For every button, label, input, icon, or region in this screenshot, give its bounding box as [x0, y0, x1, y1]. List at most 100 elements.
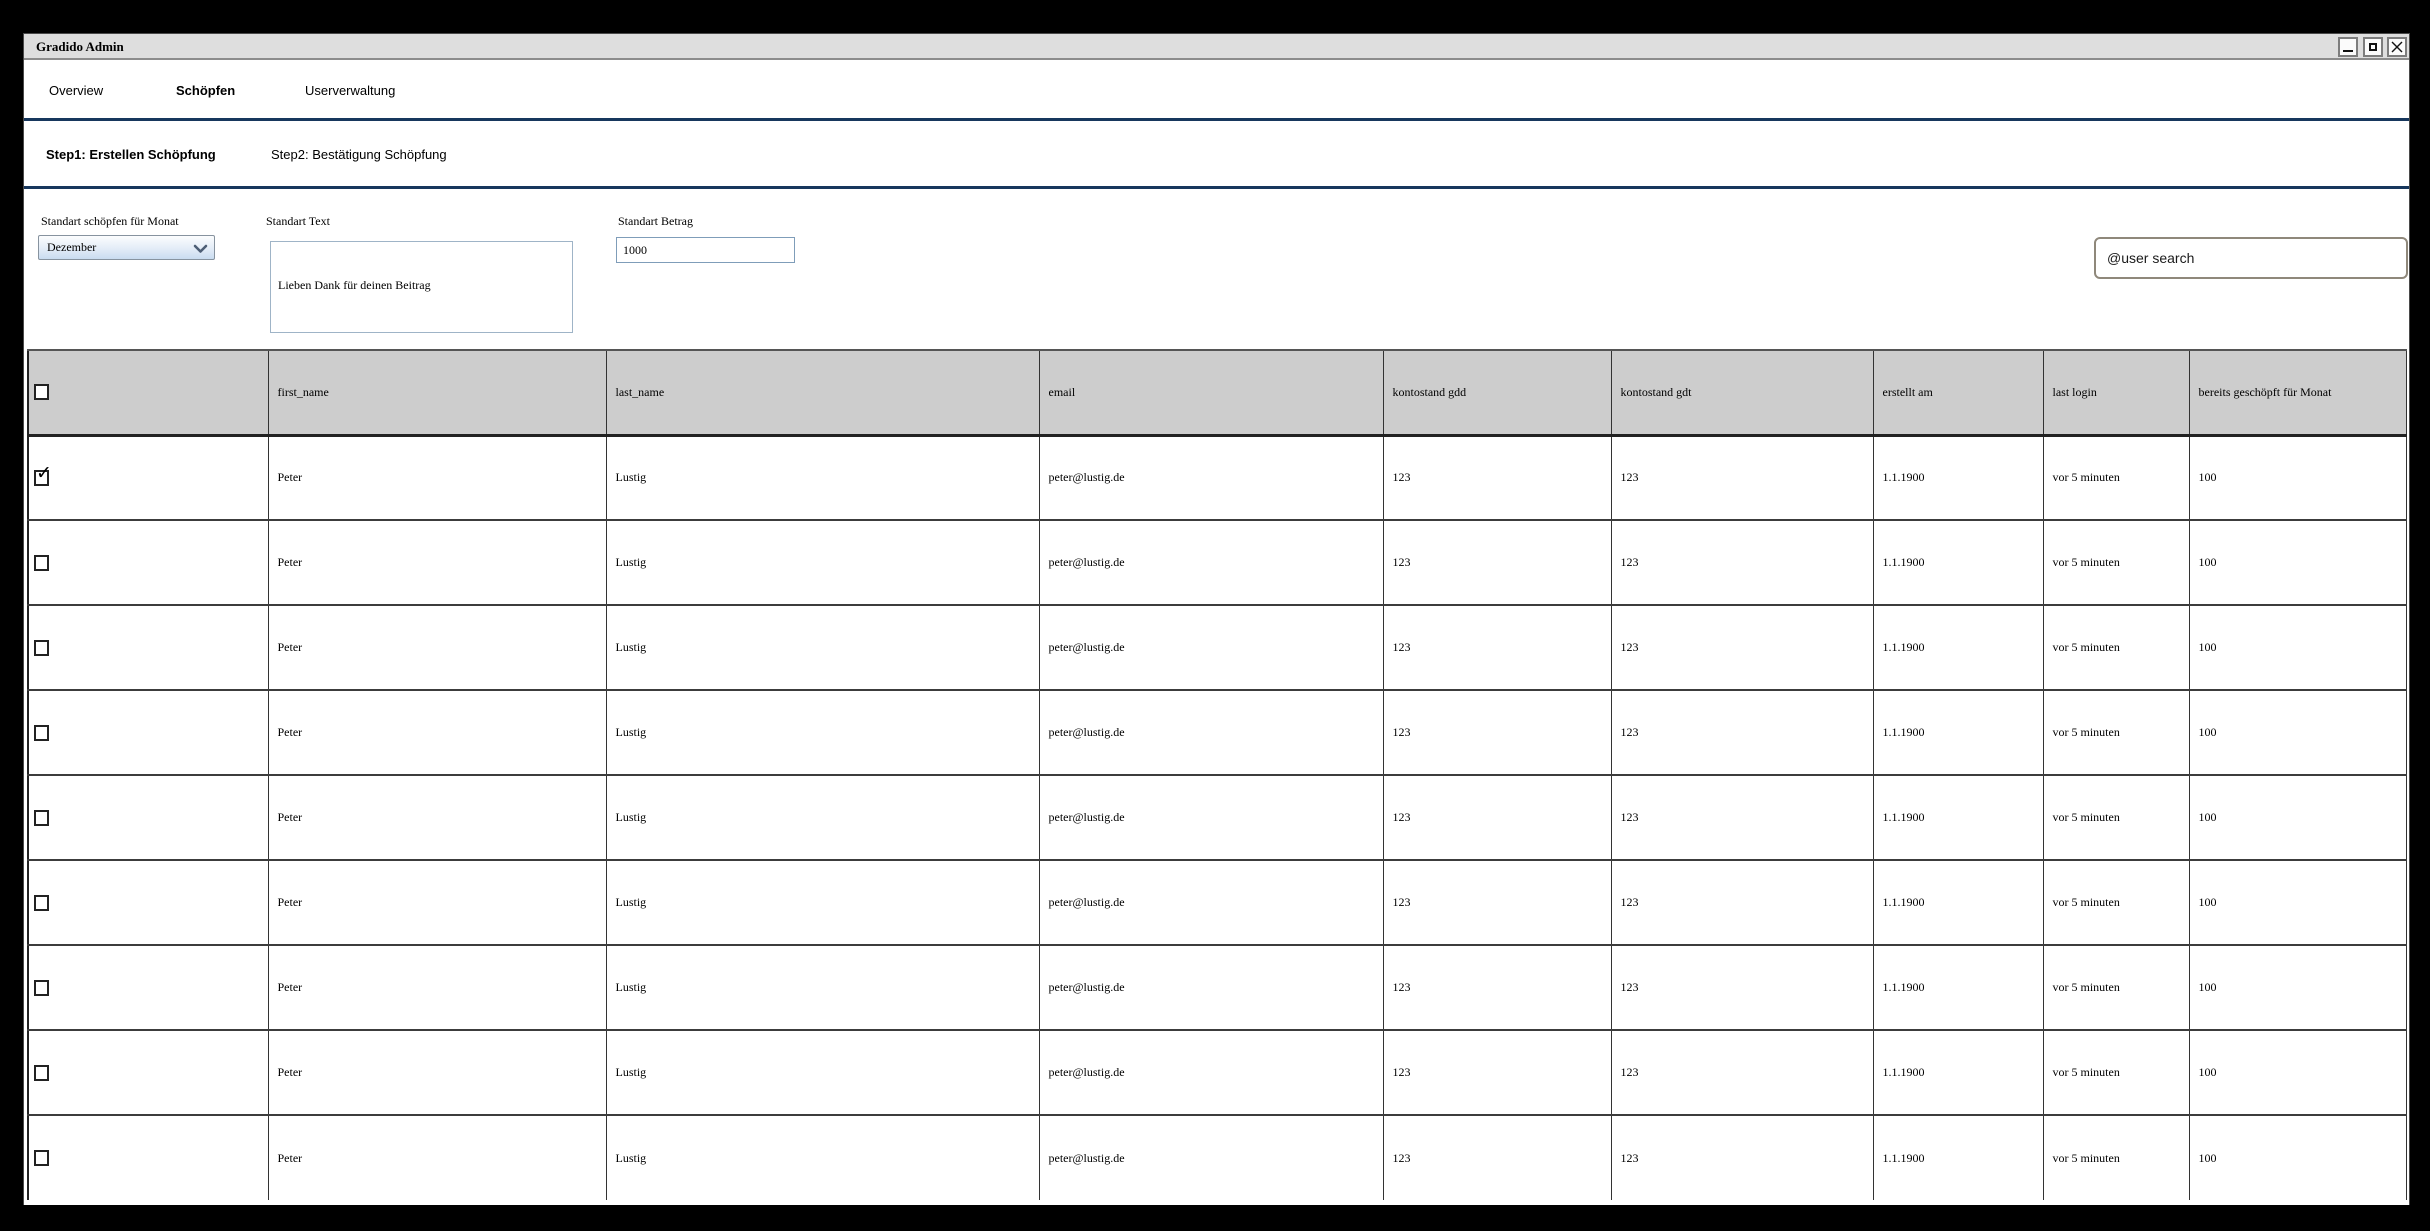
row-checkbox[interactable] [34, 555, 49, 571]
table-cell: Peter [268, 860, 606, 945]
table-cell: vor 5 minuten [2043, 520, 2189, 605]
table-row: PeterLustigpeter@lustig.de1231231.1.1900… [28, 860, 2406, 945]
table-row: PeterLustigpeter@lustig.de1231231.1.1900… [28, 690, 2406, 775]
table-cell: 1.1.1900 [1873, 605, 2043, 690]
window-title: Gradido Admin [36, 34, 124, 59]
table-row: PeterLustigpeter@lustig.de1231231.1.1900… [28, 605, 2406, 690]
table-cell: Lustig [606, 605, 1039, 690]
table-cell: Lustig [606, 690, 1039, 775]
table-cell: peter@lustig.de [1039, 435, 1383, 520]
tab-overview[interactable]: Overview [49, 60, 103, 121]
col-header-erstellt-am: erstellt am [1873, 350, 2043, 435]
table-cell: Lustig [606, 775, 1039, 860]
table-cell: Peter [268, 945, 606, 1030]
col-header-bereits-geschoepft: bereits geschöpft für Monat [2189, 350, 2406, 435]
row-checkbox[interactable] [34, 470, 49, 486]
table-cell: 123 [1611, 945, 1873, 1030]
table-cell: 123 [1611, 605, 1873, 690]
close-icon [2391, 41, 2403, 53]
table-cell: 100 [2189, 1115, 2406, 1200]
table-cell: 1.1.1900 [1873, 520, 2043, 605]
table-cell: 123 [1383, 690, 1611, 775]
table-cell: 123 [1383, 775, 1611, 860]
table-cell: Peter [268, 520, 606, 605]
table-cell: vor 5 minuten [2043, 605, 2189, 690]
table-cell: Peter [268, 1115, 606, 1200]
table-cell: 100 [2189, 945, 2406, 1030]
table-cell: 100 [2189, 860, 2406, 945]
row-checkbox[interactable] [34, 895, 49, 911]
table-cell: vor 5 minuten [2043, 690, 2189, 775]
table-cell: vor 5 minuten [2043, 945, 2189, 1030]
col-header-kontostand-gdt: kontostand gdt [1611, 350, 1873, 435]
maximize-icon [2369, 43, 2377, 51]
maximize-button[interactable] [2363, 37, 2383, 57]
table-cell: 100 [2189, 1030, 2406, 1115]
standard-text-textarea[interactable]: Lieben Dank für deinen Beitrag [270, 241, 573, 333]
table-cell: 123 [1383, 860, 1611, 945]
row-checkbox[interactable] [34, 980, 49, 996]
row-select-cell [28, 435, 268, 520]
row-checkbox[interactable] [34, 1065, 49, 1081]
row-checkbox[interactable] [34, 725, 49, 741]
table-cell: peter@lustig.de [1039, 1115, 1383, 1200]
table-cell: 100 [2189, 435, 2406, 520]
table-cell: Peter [268, 435, 606, 520]
user-table-wrap: first_name last_name email kontostand gd… [27, 349, 2405, 1200]
row-select-cell [28, 945, 268, 1030]
table-cell: peter@lustig.de [1039, 690, 1383, 775]
row-select-cell [28, 1115, 268, 1200]
table-cell: 123 [1611, 435, 1873, 520]
standard-text-value: Lieben Dank für deinen Beitrag [278, 278, 431, 292]
row-checkbox[interactable] [34, 640, 49, 656]
tab-step2-bestaetigung[interactable]: Step2: Bestätigung Schöpfung [271, 121, 447, 189]
table-cell: 1.1.1900 [1873, 860, 2043, 945]
table-cell: 100 [2189, 605, 2406, 690]
month-select-label: Standart schöpfen für Monat [41, 215, 179, 227]
close-button[interactable] [2387, 37, 2407, 57]
table-cell: 123 [1611, 1115, 1873, 1200]
table-cell: vor 5 minuten [2043, 1115, 2189, 1200]
user-table-body: PeterLustigpeter@lustig.de1231231.1.1900… [28, 435, 2406, 1200]
creation-form: Standart schöpfen für Monat Dezember Sta… [24, 189, 2409, 349]
row-select-cell [28, 1030, 268, 1115]
table-cell: Lustig [606, 860, 1039, 945]
row-select-cell [28, 605, 268, 690]
amount-input[interactable] [616, 237, 795, 263]
table-cell: vor 5 minuten [2043, 1030, 2189, 1115]
table-cell: 1.1.1900 [1873, 1115, 2043, 1200]
table-cell: 1.1.1900 [1873, 690, 2043, 775]
col-header-last-login: last login [2043, 350, 2189, 435]
table-row: PeterLustigpeter@lustig.de1231231.1.1900… [28, 1115, 2406, 1200]
tab-step1-erstellen[interactable]: Step1: Erstellen Schöpfung [46, 121, 216, 189]
table-cell: peter@lustig.de [1039, 860, 1383, 945]
table-cell: peter@lustig.de [1039, 1030, 1383, 1115]
row-checkbox[interactable] [34, 1150, 49, 1166]
table-cell: Peter [268, 605, 606, 690]
table-cell: peter@lustig.de [1039, 945, 1383, 1030]
user-search-input[interactable] [2094, 237, 2408, 279]
table-cell: peter@lustig.de [1039, 520, 1383, 605]
table-cell: 100 [2189, 775, 2406, 860]
tab-schoepfen[interactable]: Schöpfen [176, 60, 235, 121]
month-select-value: Dezember [47, 240, 96, 254]
table-cell: 123 [1383, 945, 1611, 1030]
select-all-checkbox[interactable] [34, 384, 49, 400]
amount-label: Standart Betrag [618, 215, 693, 227]
table-row: PeterLustigpeter@lustig.de1231231.1.1900… [28, 435, 2406, 520]
table-row: PeterLustigpeter@lustig.de1231231.1.1900… [28, 945, 2406, 1030]
col-header-email: email [1039, 350, 1383, 435]
table-cell: peter@lustig.de [1039, 605, 1383, 690]
table-cell: Lustig [606, 1030, 1039, 1115]
minimize-button[interactable] [2338, 37, 2358, 57]
tab-userverwaltung[interactable]: Userverwaltung [305, 60, 395, 121]
table-cell: Peter [268, 1030, 606, 1115]
row-checkbox[interactable] [34, 810, 49, 826]
table-cell: 1.1.1900 [1873, 945, 2043, 1030]
month-select[interactable]: Dezember [38, 235, 215, 260]
col-header-kontostand-gdd: kontostand gdd [1383, 350, 1611, 435]
table-cell: 123 [1611, 520, 1873, 605]
title-bar[interactable]: Gradido Admin [24, 34, 2409, 60]
table-cell: 1.1.1900 [1873, 1030, 2043, 1115]
row-select-cell [28, 520, 268, 605]
